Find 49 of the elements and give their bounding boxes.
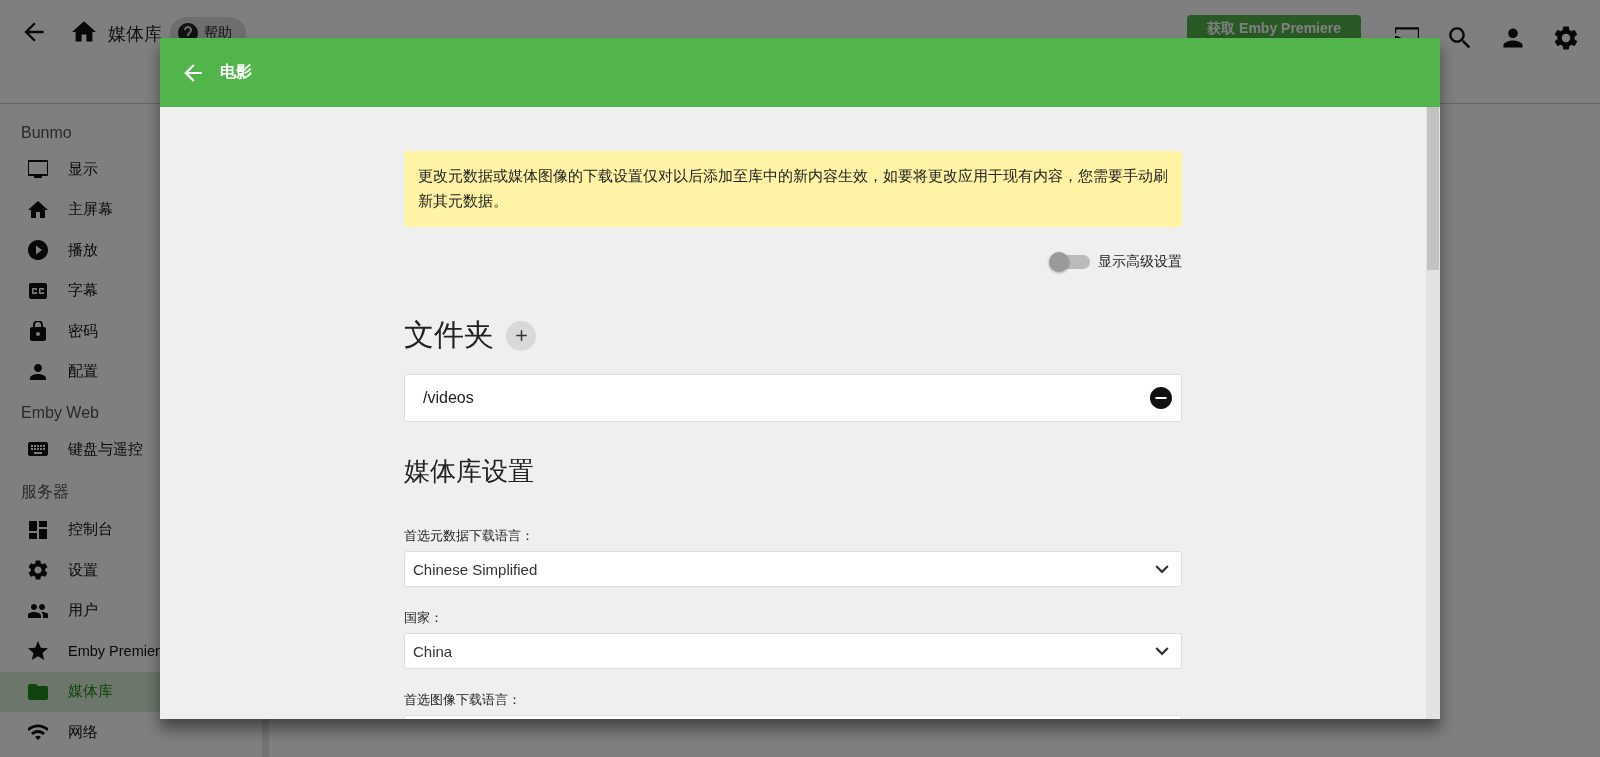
home-icon [72,20,96,44]
sidebar-item[interactable]: 显示 [0,149,262,190]
add-folder-button[interactable] [506,320,536,351]
sidebar-item[interactable]: 用户 [0,590,262,631]
toggle-label: 显示高级设置 [1098,253,1182,271]
person-icon [28,361,48,382]
select-field[interactable]: China [404,633,1182,669]
dashboard-icon [28,519,48,540]
dialog-title: 电影 [220,62,252,82]
sidebar-item[interactable]: 控制台 [0,509,262,550]
lock-icon [28,321,48,342]
settings-icon [28,560,48,581]
section-heading: 媒体库设置 [404,455,535,488]
toggle-switch[interactable] [1050,255,1090,269]
settings-icon [1554,26,1578,50]
sidebar-item[interactable]: Emby Premier [0,631,262,672]
sidebar-heading: 服务器 [20,481,70,502]
sidebar-item[interactable]: 主屏幕 [0,189,262,230]
folder-icon [28,681,48,702]
star-icon [28,641,48,662]
section-heading: 文件夹 [404,317,494,353]
page-title: 媒体库 [108,23,162,46]
field-label: 国家： [404,609,444,627]
home-icon [28,199,48,220]
sidebar-item[interactable]: 字幕 [0,270,262,311]
sidebar-item[interactable]: 设置 [0,550,262,591]
back-arrow-icon [22,20,46,44]
notice-message: 更改元数据或媒体图像的下载设置仅对以后添加至库中的新内容生效，如要将更改应用于现有内容，您需要手动刷新其元数据。 [404,151,1182,227]
person-icon [1501,26,1525,50]
captions-icon [28,280,48,301]
folder-path: /videos [423,389,475,407]
sidebar-item[interactable]: 网络 [0,712,262,753]
sidebar-item[interactable]: 配置 [0,351,262,392]
scrollbar[interactable] [1426,107,1440,719]
sidebar-item[interactable]: 键盘与遥控 [0,429,262,470]
sidebar-item[interactable]: 密码 [0,311,262,352]
sidebar-heading: Emby Web [20,403,100,423]
search-icon [1448,26,1472,50]
remove-folder-button[interactable] [1150,387,1172,409]
field-label: 首选图像下载语言： [404,691,522,709]
sidebar-heading: Bunmo [20,123,73,143]
field-label: 首选元数据下载语言： [404,527,535,545]
select-field[interactable]: Chinese Simplified [404,551,1182,587]
play-icon [28,240,48,261]
scrollbar-thumb[interactable] [1427,107,1439,270]
plus-icon [513,328,529,343]
sidebar-item[interactable]: 播放 [0,230,262,271]
monitor-icon [28,159,48,180]
wifi-icon [28,722,48,743]
